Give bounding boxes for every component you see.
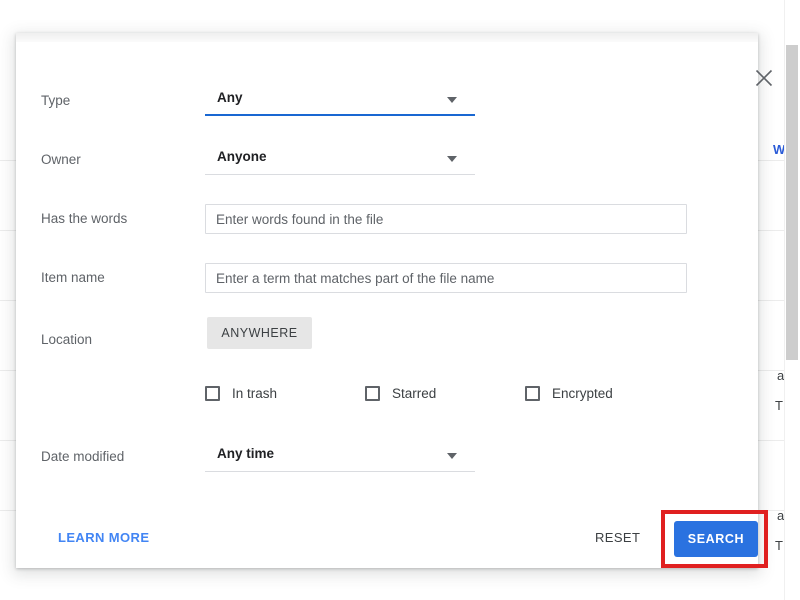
page-scrollbar[interactable] — [784, 0, 800, 600]
checkbox-starred[interactable]: Starred — [365, 383, 436, 403]
reset-button[interactable]: RESET — [595, 530, 640, 545]
select-owner[interactable]: Anyone — [205, 145, 475, 175]
checkbox-box-starred[interactable] — [365, 385, 380, 401]
field-label-date-modified: Date modified — [41, 449, 125, 464]
field-label-has-the-words: Has the words — [41, 211, 128, 226]
location-anywhere-chip[interactable]: ANYWHERE — [207, 317, 312, 349]
input-item-name[interactable] — [205, 263, 687, 293]
learn-more-link[interactable]: LEARN MORE — [58, 530, 149, 545]
checkbox-box-encrypted[interactable] — [525, 385, 540, 401]
checkbox-box-in-trash[interactable] — [205, 385, 220, 401]
checkbox-encrypted[interactable]: Encrypted — [525, 383, 613, 403]
checkbox-in-trash[interactable]: In trash — [205, 383, 277, 403]
select-underline-type — [205, 114, 475, 116]
field-label-location: Location — [41, 332, 93, 347]
select-value-date-modified: Any time — [217, 446, 275, 461]
select-date-modified[interactable]: Any time — [205, 442, 475, 472]
select-underline-date-modified — [205, 471, 475, 472]
dialog-top-strip — [16, 33, 758, 42]
select-value-type: Any — [217, 90, 243, 105]
background-text-fragment: T — [775, 398, 783, 413]
select-value-owner: Anyone — [217, 149, 267, 164]
chevron-down-icon — [447, 97, 457, 103]
checkbox-label-starred: Starred — [392, 385, 437, 401]
close-icon[interactable] — [750, 64, 778, 92]
field-label-owner: Owner — [41, 152, 81, 167]
field-label-item-name: Item name — [41, 270, 105, 285]
select-type[interactable]: Any — [205, 86, 475, 116]
input-has-the-words[interactable] — [205, 204, 687, 234]
page-scrollbar-thumb[interactable] — [786, 45, 798, 360]
select-underline-owner — [205, 174, 475, 175]
checkbox-label-encrypted: Encrypted — [552, 385, 613, 401]
background-text-fragment: T — [775, 538, 783, 553]
chevron-down-icon — [447, 453, 457, 459]
field-label-type: Type — [41, 93, 71, 108]
search-button[interactable]: SEARCH — [674, 521, 758, 557]
checkbox-label-in-trash: In trash — [232, 385, 278, 401]
chevron-down-icon — [447, 156, 457, 162]
